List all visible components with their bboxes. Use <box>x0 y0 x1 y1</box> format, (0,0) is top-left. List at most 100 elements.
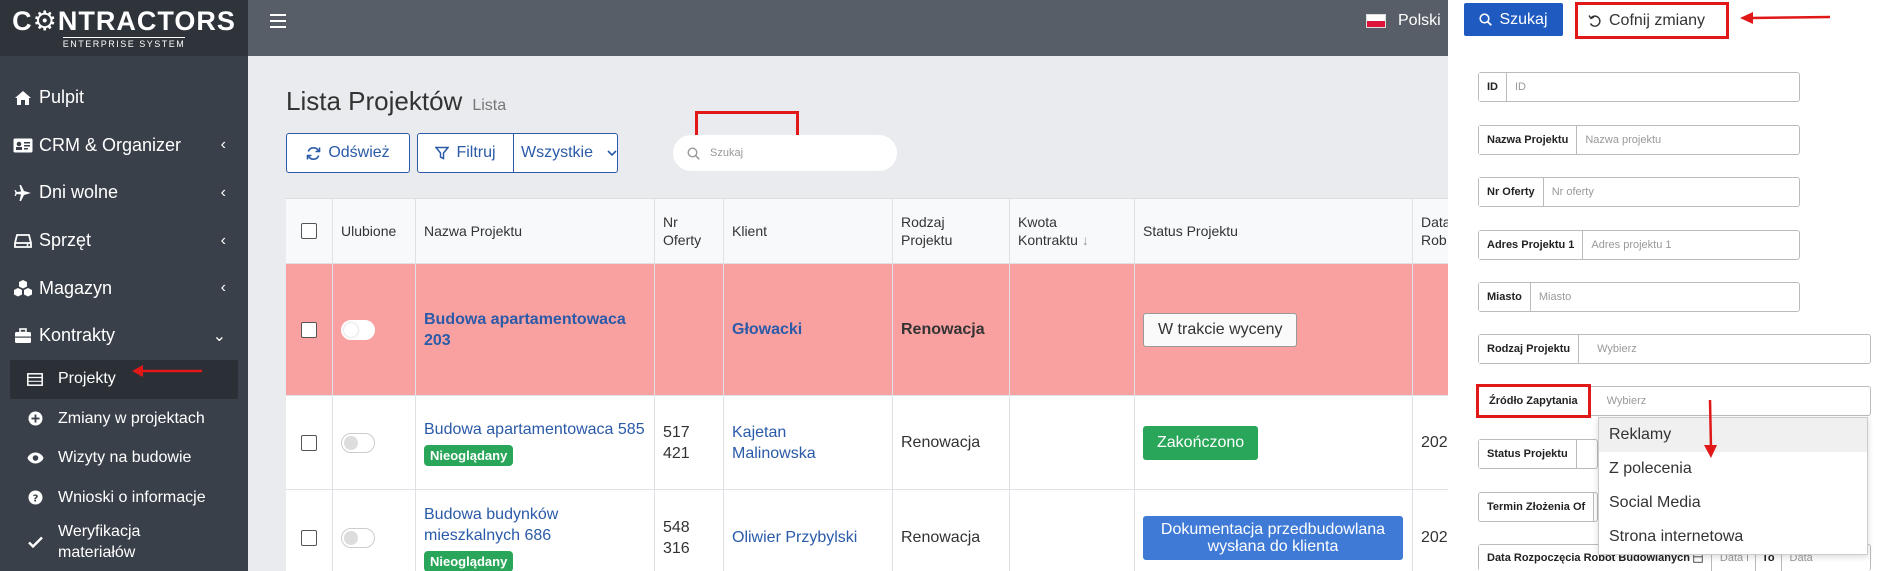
project-type: Renowacja <box>893 396 1010 489</box>
poland-flag-icon <box>1366 14 1386 28</box>
filter-field-id: ID ID <box>1478 72 1800 102</box>
status-badge[interactable]: Dokumentacja przedbudowlana wysłana do k… <box>1143 515 1403 560</box>
client-link[interactable]: Głowacki <box>732 319 802 340</box>
annotation-arrow-dropdown <box>1704 400 1717 458</box>
sidebar-item-wnioski[interactable]: ? Wnioski o informacje <box>0 478 248 518</box>
refresh-icon <box>306 146 321 161</box>
filter-field-address: Adres Projektu 1 Adres projektu 1 <box>1478 230 1800 260</box>
sidebar-item-magazyn[interactable]: Magazyn ‹ <box>0 264 248 312</box>
chevron-left-icon: ‹ <box>220 231 226 249</box>
project-name-input[interactable]: Nazwa projektu <box>1577 126 1799 154</box>
sidebar-item-crm[interactable]: CRM & Organizer ‹ <box>0 122 248 170</box>
favorite-toggle[interactable] <box>341 432 375 453</box>
project-type-select[interactable]: Wybierz <box>1579 335 1870 363</box>
offer-number: 548 316 <box>663 518 690 557</box>
sidebar-item-sprzet[interactable]: Sprzęt ‹ <box>0 217 248 265</box>
id-input[interactable]: ID <box>1507 73 1799 101</box>
project-name-link[interactable]: Budowa apartamentowaca 203 <box>424 309 646 351</box>
row-checkbox[interactable] <box>301 321 317 338</box>
table-row[interactable]: Budowa budynków mieszkalnych 686 Nieogląd… <box>286 490 1448 571</box>
offer-number-input[interactable]: Nr oferty <box>1544 178 1799 206</box>
city-input[interactable]: Miasto <box>1531 283 1799 311</box>
filter-field-name: Nazwa Projektu Nazwa projektu <box>1478 125 1800 155</box>
panel-search-button[interactable]: Szukaj <box>1464 3 1563 36</box>
language-selector[interactable]: Polski <box>1366 12 1441 30</box>
brand-name: C⚙NTRACTORS <box>12 5 236 36</box>
filter-icon <box>435 146 450 160</box>
start-date: 202 <box>1421 434 1448 451</box>
header-date[interactable]: Data Rob <box>1413 199 1451 263</box>
project-type: Renowacja <box>893 490 1010 571</box>
sidebar: C⚙NTRACTORS ENTERPRISE SYSTEM Pulpit CRM… <box>0 0 248 571</box>
briefcase-icon <box>12 327 34 345</box>
client-link[interactable]: Kajetan Malinowska <box>732 422 832 464</box>
header-type[interactable]: Rodzaj Projektu <box>893 199 1010 263</box>
client-link[interactable]: Oliwier Przybylski <box>732 527 857 548</box>
sidebar-item-kontrakty[interactable]: Kontrakty ⌄ <box>0 312 248 360</box>
chevron-left-icon: ‹ <box>220 183 226 201</box>
filter-panel: Szukaj Cofnij zmiany ID ID Nazwa Projekt… <box>1448 0 1881 571</box>
svg-text:?: ? <box>32 494 38 505</box>
address-input[interactable]: Adres projektu 1 <box>1583 231 1799 259</box>
sidebar-item-wizyty[interactable]: Wizyty na budowie <box>0 439 248 479</box>
dropdown-option-reklamy[interactable]: Reklamy <box>1599 418 1867 452</box>
status-select[interactable] <box>1577 440 1597 468</box>
refresh-button[interactable]: Odśwież <box>286 133 410 173</box>
project-name-link[interactable]: Budowa budynków mieszkalnych 686 <box>424 504 594 546</box>
status-badge[interactable]: W trakcie wyceny <box>1143 312 1298 347</box>
source-select[interactable]: Wybierz <box>1591 387 1870 415</box>
filter-group: Filtruj Wszystkie <box>417 133 618 173</box>
favorite-toggle[interactable] <box>341 527 375 548</box>
dropdown-option-strona-internetowa[interactable]: Strona internetowa <box>1599 520 1867 554</box>
search-icon <box>687 146 700 160</box>
select-all-checkbox[interactable] <box>301 223 317 239</box>
table-header: Ulubione Nazwa Projektu Nr Oferty Klient … <box>286 199 1451 264</box>
kontrakty-submenu: Projekty Zmiany w projektach Wizyty na b… <box>0 359 248 566</box>
sidebar-item-weryfikacja[interactable]: Weryfikacja materiałów <box>0 518 248 566</box>
eye-icon <box>26 452 44 464</box>
check-icon <box>26 536 44 548</box>
dropdown-option-z-polecenia[interactable]: Z polecenia <box>1599 452 1867 486</box>
gear-icon: ⚙ <box>32 5 58 36</box>
header-name[interactable]: Nazwa Projektu <box>416 199 655 263</box>
plane-icon <box>12 184 34 202</box>
header-offer[interactable]: Nr Oferty <box>655 199 724 263</box>
filter-select[interactable]: Wszystkie <box>514 144 617 162</box>
header-amount[interactable]: Kwota Kontraktu ↓ <box>1010 199 1135 263</box>
brand-logo[interactable]: C⚙NTRACTORS ENTERPRISE SYSTEM <box>0 0 248 56</box>
sidebar-item-dni-wolne[interactable]: Dni wolne ‹ <box>0 169 248 217</box>
id-card-icon <box>12 136 34 154</box>
header-status[interactable]: Status Projektu <box>1135 199 1413 263</box>
project-name-link[interactable]: Budowa apartamentowaca 585 <box>424 419 645 440</box>
table-icon <box>26 372 44 386</box>
status-badge[interactable]: Zakończono <box>1143 425 1259 460</box>
table-row[interactable]: Budowa apartamentowaca 203 Głowacki Reno… <box>286 264 1448 396</box>
source-dropdown: Reklamy Z polecenia Social Media Strona … <box>1598 417 1868 555</box>
sidebar-nav: Pulpit CRM & Organizer ‹ Dni wolne ‹ Spr… <box>0 56 248 566</box>
offer-number <box>655 264 724 395</box>
project-type: Renowacja <box>893 264 1010 395</box>
favorite-toggle[interactable] <box>341 319 375 340</box>
filter-field-type: Rodzaj Projektu Wybierz <box>1478 334 1871 364</box>
header-favorite[interactable]: Ulubione <box>333 199 416 263</box>
undo-changes-button[interactable]: Cofnij zmiany <box>1575 2 1729 39</box>
row-checkbox[interactable] <box>301 434 317 451</box>
chevron-down-icon: ⌄ <box>212 327 226 345</box>
dropdown-option-social-media[interactable]: Social Media <box>1599 486 1867 520</box>
search-input[interactable]: Szukaj <box>673 135 897 171</box>
sidebar-item-projekty[interactable]: Projekty <box>10 359 238 400</box>
chevron-left-icon: ‹ <box>220 279 226 297</box>
search-icon <box>1479 13 1493 26</box>
page-subtitle: Lista <box>472 97 507 114</box>
table-row[interactable]: Budowa apartamentowaca 585 Nieoglądany 51… <box>286 396 1448 490</box>
hamburger-menu-icon[interactable] <box>270 14 286 32</box>
top-bar: Polski <box>248 0 1448 56</box>
filter-button[interactable]: Filtruj <box>418 134 514 172</box>
sidebar-item-zmiany[interactable]: Zmiany w projektach <box>0 399 248 439</box>
home-icon <box>12 89 34 107</box>
unviewed-badge: Nieoglądany <box>424 550 514 571</box>
header-client[interactable]: Klient <box>724 199 893 263</box>
sidebar-item-pulpit[interactable]: Pulpit <box>0 74 248 122</box>
row-checkbox[interactable] <box>301 529 317 546</box>
cubes-icon <box>12 279 34 297</box>
